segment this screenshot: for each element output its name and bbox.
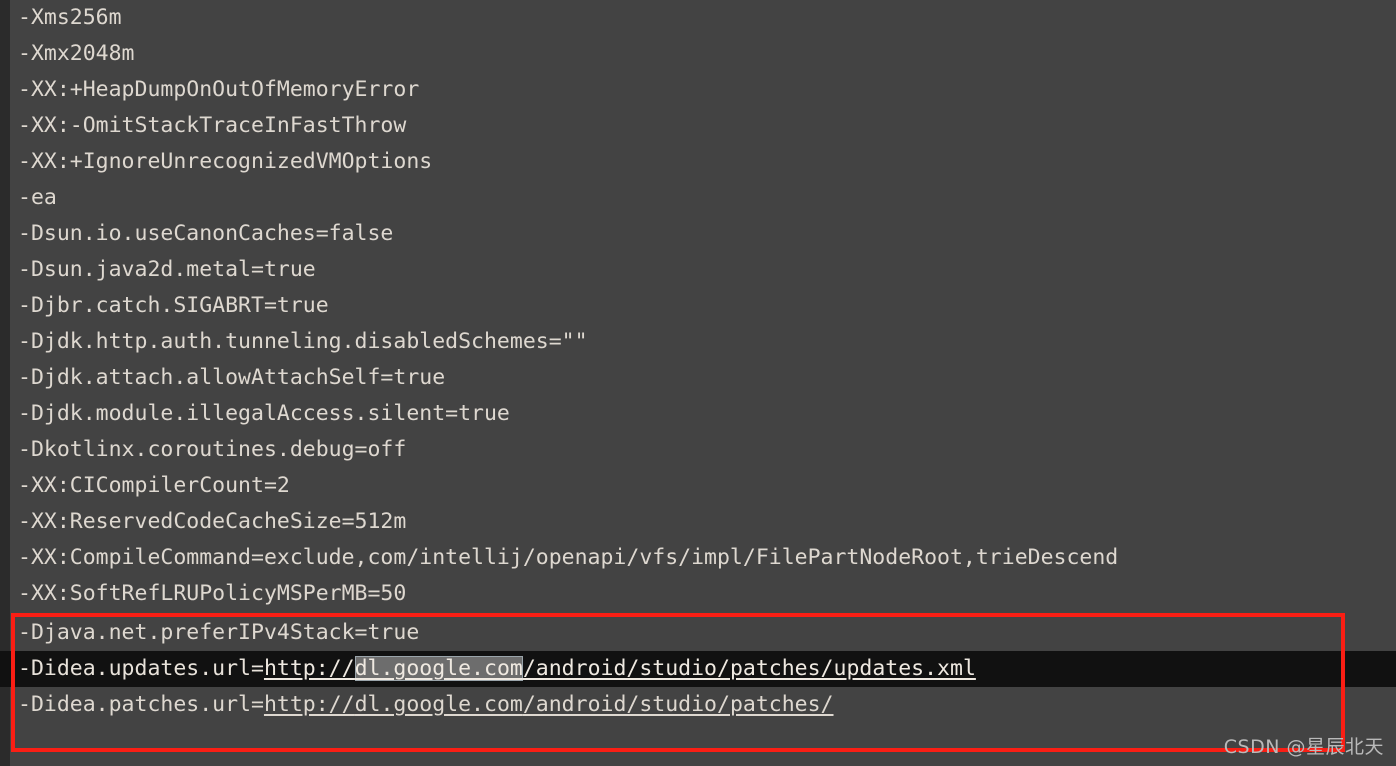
option-line[interactable]: -Dsun.java2d.metal=true xyxy=(0,252,1396,288)
option-text: -XX:+HeapDumpOnOutOfMemoryError xyxy=(18,77,420,102)
option-text: -Xmx2048m xyxy=(18,41,135,66)
option-text: -XX:-OmitStackTraceInFastThrow xyxy=(18,113,407,138)
option-line[interactable]: -XX:+HeapDumpOnOutOfMemoryError xyxy=(0,72,1396,108)
option-line[interactable]: -Dkotlinx.coroutines.debug=off xyxy=(0,432,1396,468)
option-line[interactable]: -Djbr.catch.SIGABRT=true xyxy=(0,288,1396,324)
option-text: -XX:SoftRefLRUPolicyMSPerMB=50 xyxy=(18,581,407,606)
option-line[interactable]: -Xms256m xyxy=(0,0,1396,36)
option-line-patches-url[interactable]: -Didea.patches.url=http://dl.google.com/… xyxy=(0,687,1396,723)
option-text: -XX:ReservedCodeCacheSize=512m xyxy=(18,509,407,534)
option-line[interactable]: -XX:CompileCommand=exclude,com/intellij/… xyxy=(0,540,1396,576)
updates-url-content: -Didea.updates.url=http://dl.google.com/… xyxy=(18,651,976,687)
patches-url-prefix: -Didea.patches.url= xyxy=(18,692,264,717)
option-line-updates-url[interactable]: -Didea.updates.url=http://dl.google.com/… xyxy=(0,651,1396,687)
option-text: -Djdk.module.illegalAccess.silent=true xyxy=(18,401,510,426)
option-text: -Djava.net.preferIPv4Stack=true xyxy=(18,620,420,645)
option-line[interactable]: -XX:+IgnoreUnrecognizedVMOptions xyxy=(0,144,1396,180)
option-line[interactable]: -Xmx2048m xyxy=(0,36,1396,72)
option-text: -Dsun.io.useCanonCaches=false xyxy=(18,221,394,246)
option-text: -Djbr.catch.SIGABRT=true xyxy=(18,293,329,318)
option-line[interactable]: -Dsun.io.useCanonCaches=false xyxy=(0,216,1396,252)
option-text: -ea xyxy=(18,185,57,210)
patches-url-scheme[interactable]: http:// xyxy=(264,692,355,717)
option-line[interactable]: -XX:CICompilerCount=2 xyxy=(0,468,1396,504)
option-line[interactable]: -XX:SoftRefLRUPolicyMSPerMB=50 xyxy=(0,576,1396,612)
option-text: -Djdk.http.auth.tunneling.disabledScheme… xyxy=(18,329,588,354)
updates-url-scheme[interactable]: http:// xyxy=(264,656,355,681)
option-text: -Dkotlinx.coroutines.debug=off xyxy=(18,437,407,462)
patches-url-host[interactable]: dl.google.com xyxy=(355,692,523,717)
option-line[interactable]: -XX:-OmitStackTraceInFastThrow xyxy=(0,108,1396,144)
updates-url-prefix: -Didea.updates.url= xyxy=(18,656,264,681)
option-line[interactable]: -ea xyxy=(0,180,1396,216)
option-text: -Xms256m xyxy=(18,5,122,30)
patches-url-content: -Didea.patches.url=http://dl.google.com/… xyxy=(18,687,834,723)
option-text: -XX:+IgnoreUnrecognizedVMOptions xyxy=(18,149,433,174)
option-text: -XX:CompileCommand=exclude,com/intellij/… xyxy=(18,545,1119,570)
option-line[interactable]: -Djdk.http.auth.tunneling.disabledScheme… xyxy=(0,324,1396,360)
option-text: -Dsun.java2d.metal=true xyxy=(18,257,316,282)
option-text: -XX:CICompilerCount=2 xyxy=(18,473,290,498)
updates-url-path[interactable]: /android/studio/patches/updates.xml xyxy=(523,656,976,681)
option-line[interactable]: -Djava.net.preferIPv4Stack=true xyxy=(0,615,1396,651)
updates-url-host[interactable]: dl.google.com xyxy=(354,656,523,681)
option-line[interactable]: -Djdk.attach.allowAttachSelf=true xyxy=(0,360,1396,396)
editor-text-area[interactable]: -Xms256m -Xmx2048m -XX:+HeapDumpOnOutOfM… xyxy=(0,0,1396,766)
patches-url-path[interactable]: /android/studio/patches/ xyxy=(523,692,834,717)
vmoptions-editor-screen: -Xms256m -Xmx2048m -XX:+HeapDumpOnOutOfM… xyxy=(0,0,1396,766)
csdn-watermark: CSDN @星辰北天 xyxy=(1223,736,1384,758)
option-text: -Djdk.attach.allowAttachSelf=true xyxy=(18,365,446,390)
option-line[interactable]: -Djdk.module.illegalAccess.silent=true xyxy=(0,396,1396,432)
option-line[interactable]: -XX:ReservedCodeCacheSize=512m xyxy=(0,504,1396,540)
